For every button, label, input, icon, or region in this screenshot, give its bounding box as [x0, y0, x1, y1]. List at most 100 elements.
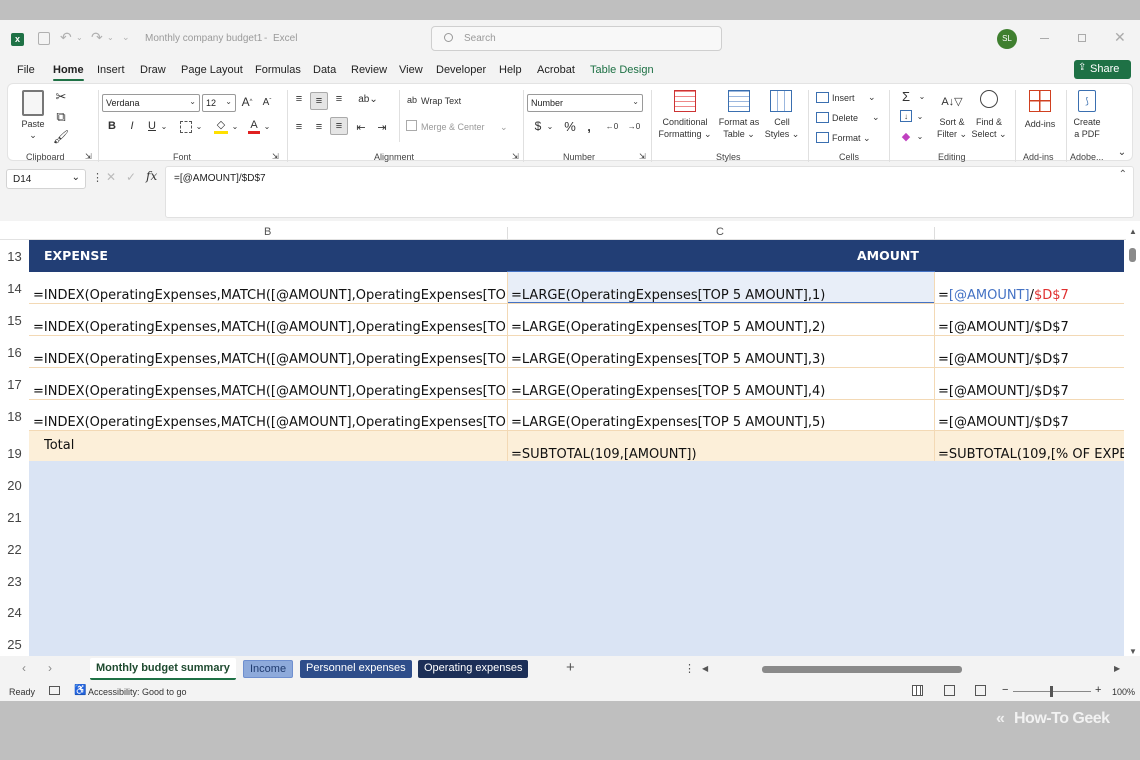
percent-icon[interactable]: %: [563, 118, 577, 134]
conditional-formatting-icon[interactable]: [674, 90, 696, 112]
paste-icon[interactable]: [22, 90, 44, 116]
column-header-b[interactable]: B: [264, 226, 271, 238]
tab-split-icon[interactable]: ⋮: [684, 662, 695, 675]
enter-icon[interactable]: ✓: [126, 170, 136, 184]
orientation-icon[interactable]: ab⌄: [356, 92, 380, 106]
menu-insert[interactable]: Insert: [97, 64, 125, 76]
paste-dropdown-icon[interactable]: ⌄: [27, 129, 39, 141]
expand-formula-icon[interactable]: ⌃: [1119, 169, 1127, 180]
page-break-view-icon[interactable]: [975, 685, 986, 696]
insert-cells-icon[interactable]: [816, 92, 829, 103]
row-header[interactable]: 24: [0, 605, 29, 620]
merge-dropdown-icon[interactable]: ⌄: [500, 121, 508, 133]
autosum-icon[interactable]: Σ: [898, 88, 914, 104]
cell-d14[interactable]: =[@AMOUNT]/$D$7: [938, 288, 1124, 320]
format-as-table-label[interactable]: Format as Table ⌄: [715, 116, 763, 140]
name-box[interactable]: D14 ⌄: [6, 169, 86, 189]
formula-input[interactable]: =[@AMOUNT]/$D$7 ⌃: [165, 166, 1134, 218]
vertical-scroll-thumb[interactable]: [1129, 248, 1136, 262]
sort-filter-label[interactable]: Sort & Filter ⌄: [934, 116, 970, 140]
cell-d15[interactable]: =[@AMOUNT]/$D$7: [938, 320, 1124, 352]
menu-table-design[interactable]: Table Design: [590, 64, 654, 76]
wrap-text-icon[interactable]: ab: [406, 94, 418, 106]
autosum-dropdown-icon[interactable]: ⌄: [918, 90, 926, 102]
wrap-text-label[interactable]: Wrap Text: [421, 95, 461, 107]
underline-icon[interactable]: U: [146, 118, 158, 134]
scroll-left-icon[interactable]: ◀: [702, 664, 708, 673]
delete-cells-label[interactable]: Delete: [832, 112, 858, 124]
zoom-in-icon[interactable]: +: [1095, 684, 1101, 696]
align-top-icon[interactable]: ≡: [292, 92, 306, 106]
menu-review[interactable]: Review: [351, 64, 387, 76]
minimize-icon[interactable]: [1040, 38, 1049, 39]
page-layout-view-icon[interactable]: [944, 685, 955, 696]
search-box[interactable]: Search: [431, 26, 722, 51]
cancel-icon[interactable]: ✕: [106, 170, 116, 184]
clipboard-launcher-icon[interactable]: ⇲: [85, 152, 92, 161]
font-name-select[interactable]: Verdana ⌄: [102, 94, 200, 112]
redo-dropdown-icon[interactable]: ⌄: [107, 33, 114, 42]
cell-b15[interactable]: =INDEX(OperatingExpenses,MATCH([@AMOUNT]…: [33, 320, 507, 352]
create-pdf-label[interactable]: Create a PDF: [1070, 116, 1104, 140]
macro-record-icon[interactable]: [49, 686, 60, 695]
format-painter-icon[interactable]: 🖌: [53, 129, 70, 144]
cell-c15[interactable]: =LARGE(OperatingExpenses[TOP 5 AMOUNT],2…: [511, 320, 931, 352]
insert-cells-label[interactable]: Insert: [832, 92, 855, 104]
column-header-c[interactable]: C: [716, 226, 724, 238]
scroll-down-icon[interactable]: ▼: [1129, 647, 1137, 656]
borders-dropdown-icon[interactable]: ⌄: [195, 118, 203, 134]
format-as-table-icon[interactable]: [728, 90, 750, 112]
user-avatar[interactable]: SL: [997, 29, 1017, 49]
borders-icon[interactable]: [180, 121, 192, 133]
more-options-icon[interactable]: ⋮: [92, 171, 103, 184]
row-header[interactable]: 15: [0, 313, 29, 328]
align-left-icon[interactable]: ≡: [292, 120, 306, 134]
increase-indent-icon[interactable]: ⇥: [375, 120, 389, 134]
share-button[interactable]: Share ⇪: [1074, 60, 1131, 79]
row-header[interactable]: 21: [0, 510, 29, 525]
sheet-tab-operating-expenses[interactable]: Operating expenses: [418, 660, 529, 678]
decrease-font-icon[interactable]: Aˇ: [260, 94, 274, 110]
cell-d17[interactable]: =[@AMOUNT]/$D$7: [938, 384, 1124, 416]
fill-color-icon[interactable]: ◇: [214, 118, 228, 134]
undo-icon[interactable]: ↶: [60, 29, 72, 46]
scroll-up-icon[interactable]: ▲: [1129, 227, 1137, 236]
menu-file[interactable]: File: [17, 64, 35, 76]
row-header[interactable]: 16: [0, 345, 29, 360]
currency-dropdown-icon[interactable]: ⌄: [546, 118, 554, 134]
zoom-out-icon[interactable]: −: [1002, 684, 1008, 696]
alignment-launcher-icon[interactable]: ⇲: [512, 152, 519, 161]
row-header[interactable]: 14: [0, 281, 29, 296]
accessibility-status[interactable]: Accessibility: Good to go: [88, 687, 187, 697]
next-sheet-icon[interactable]: ›: [48, 661, 52, 675]
currency-icon[interactable]: $: [532, 118, 544, 134]
menu-home[interactable]: Home: [53, 64, 84, 81]
redo-icon[interactable]: ↷: [91, 29, 103, 46]
menu-view[interactable]: View: [399, 64, 423, 76]
merge-center-label[interactable]: Merge & Center: [421, 121, 485, 133]
decrease-decimal-icon[interactable]: →0: [626, 118, 642, 134]
menu-acrobat[interactable]: Acrobat: [537, 64, 575, 76]
delete-cells-icon[interactable]: [816, 112, 829, 123]
addins-icon[interactable]: [1029, 90, 1051, 112]
row-header[interactable]: 25: [0, 637, 29, 652]
align-right-icon[interactable]: ≡: [330, 117, 348, 135]
cell-c14[interactable]: =LARGE(OperatingExpenses[TOP 5 AMOUNT],1…: [511, 288, 931, 320]
align-middle-icon[interactable]: ≡: [310, 92, 328, 110]
vertical-scrollbar[interactable]: ▲ ▼: [1126, 223, 1140, 656]
font-launcher-icon[interactable]: ⇲: [272, 152, 279, 161]
find-select-label[interactable]: Find & Select ⌄: [970, 116, 1008, 140]
row-header[interactable]: 18: [0, 409, 29, 424]
undo-dropdown-icon[interactable]: ⌄: [76, 33, 83, 42]
horizontal-scroll-thumb[interactable]: [762, 666, 962, 673]
comma-icon[interactable]: ,: [584, 118, 594, 134]
format-cells-label[interactable]: Format ⌄: [832, 132, 871, 144]
bold-icon[interactable]: B: [106, 118, 118, 134]
fill-icon[interactable]: ↓: [900, 110, 912, 122]
increase-font-icon[interactable]: A ^: [240, 94, 254, 110]
decrease-indent-icon[interactable]: ⇤: [354, 120, 368, 134]
italic-icon[interactable]: I: [126, 118, 138, 134]
restore-icon[interactable]: [1078, 34, 1086, 42]
cell-styles-label[interactable]: Cell Styles ⌄: [764, 116, 800, 140]
customize-qat-icon[interactable]: ⌄: [122, 32, 130, 43]
